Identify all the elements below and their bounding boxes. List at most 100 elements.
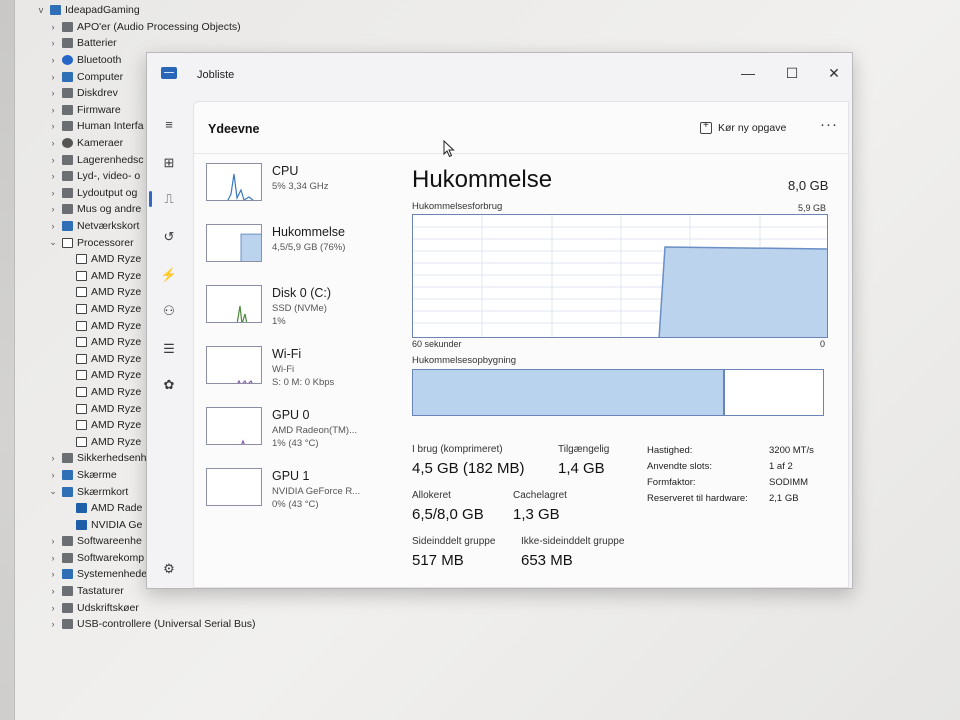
device-category-icon [76, 436, 87, 447]
chevron-right-icon[interactable]: › [47, 88, 59, 98]
services-icon[interactable]: ✿ [159, 375, 179, 395]
chevron-right-icon[interactable]: › [47, 171, 59, 181]
device-category-icon [76, 353, 87, 364]
title-bar[interactable]: Jobliste — ☐ ✕ [147, 53, 852, 97]
perf-item[interactable]: CPU 5% 3,34 GHz [204, 160, 394, 221]
details-icon[interactable]: ☰ [159, 339, 179, 359]
app-history-icon[interactable]: ↺ [159, 227, 179, 247]
device-category-icon [62, 619, 73, 630]
chevron-right-icon[interactable]: › [47, 603, 59, 613]
perf-item[interactable]: Disk 0 (C:) SSD (NVMe) 1% [204, 282, 394, 343]
perf-item[interactable]: Hukommelse 4,5/5,9 GB (76%) [204, 221, 394, 282]
device-category-icon [62, 469, 73, 480]
chevron-down-icon[interactable]: v [35, 5, 47, 15]
chevron-right-icon[interactable]: › [47, 619, 59, 629]
tree-item-label: Softwarekomp [77, 551, 145, 564]
stat-paged-pool: Sideinddelt gruppe 517 MB [412, 536, 495, 569]
prop-reserved-value: 2,1 GB [769, 493, 799, 504]
chevron-down-icon[interactable]: ⌄ [47, 486, 59, 497]
chevron-right-icon[interactable]: › [47, 536, 59, 546]
chevron-right-icon[interactable]: › [47, 453, 59, 463]
chevron-right-icon[interactable]: › [47, 155, 59, 165]
chevron-right-icon[interactable]: › [47, 55, 59, 65]
prop-slots-key: Anvendte slots: [647, 461, 712, 472]
tree-item-label: USB-controllere (Universal Serial Bus) [77, 618, 256, 631]
device-category-icon [76, 370, 87, 381]
device-category-icon [62, 21, 73, 32]
perf-sparkline [227, 173, 254, 200]
more-options-button[interactable]: ··· [820, 116, 838, 133]
perf-item[interactable]: GPU 1 NVIDIA GeForce R... 0% (43 °C) [204, 465, 394, 526]
chevron-right-icon[interactable]: › [47, 38, 59, 48]
perf-item-name: Wi-Fi [272, 347, 302, 361]
chevron-right-icon[interactable]: › [47, 121, 59, 131]
perf-sparkline [237, 379, 253, 383]
sidebar-nav: ≡ ⊞ ⎍ ↺ ⚡ ⚇ ☰ ✿ ⚙ [147, 97, 193, 589]
maximize-button[interactable]: ☐ [777, 61, 807, 85]
users-icon[interactable]: ⚇ [159, 301, 179, 321]
performance-icon[interactable]: ⎍ [159, 189, 179, 209]
settings-gear-icon[interactable]: ⚙ [159, 559, 179, 579]
tree-item-label: AMD Ryze [91, 352, 142, 365]
chevron-right-icon[interactable]: › [47, 221, 59, 231]
graph-zero-label: 0 [820, 339, 826, 349]
tree-item-label: Mus og andre [77, 203, 142, 216]
chevron-right-icon[interactable]: › [47, 204, 59, 214]
device-category-icon [76, 503, 87, 514]
perf-sparkline [240, 233, 261, 261]
tree-item-label: AMD Ryze [91, 419, 142, 432]
tree-item-label: AMD Ryze [91, 302, 142, 315]
perf-thumbnail-graph [206, 468, 262, 506]
memory-usage-graph-svg [413, 215, 827, 337]
chevron-right-icon[interactable]: › [47, 586, 59, 596]
chevron-right-icon[interactable]: › [47, 138, 59, 148]
tree-item[interactable]: › Batterier [35, 35, 256, 52]
device-category-icon [76, 303, 87, 314]
minimize-button[interactable]: — [733, 61, 763, 85]
tree-item[interactable]: › APO'er (Audio Processing Objects) [35, 19, 256, 36]
device-category-icon [76, 519, 87, 530]
tree-item[interactable]: › Udskriftskøer [35, 599, 256, 616]
device-category-icon [76, 420, 87, 431]
tree-item-label: Tastaturer [77, 585, 124, 598]
chevron-right-icon[interactable]: › [47, 188, 59, 198]
usage-graph-max: 5,9 GB [798, 203, 827, 213]
perf-item-detail: AMD Radeon(TM)... [272, 425, 357, 436]
perf-thumbnail-graph [206, 346, 262, 384]
chevron-right-icon[interactable]: › [47, 72, 59, 82]
hamburger-menu-icon[interactable]: ≡ [159, 115, 179, 135]
tree-root[interactable]: v IdeapadGaming [35, 2, 256, 19]
chevron-right-icon[interactable]: › [47, 553, 59, 563]
chevron-right-icon[interactable]: › [47, 470, 59, 480]
page-title: Ydeevne [208, 122, 260, 136]
device-category-icon [62, 121, 73, 132]
startup-apps-icon[interactable]: ⚡ [159, 265, 179, 285]
device-category-icon [76, 320, 87, 331]
perf-item-detail-2: 1% (43 °C) [272, 438, 319, 449]
device-category-icon [62, 602, 73, 613]
tree-item-label: Computer [77, 70, 124, 83]
run-task-label: Kør ny opgave [718, 122, 787, 134]
perf-thumbnail-graph [206, 285, 262, 323]
tree-item-label: Firmware [77, 103, 121, 116]
perf-item[interactable]: GPU 0 AMD Radeon(TM)... 1% (43 °C) [204, 404, 394, 465]
memory-in-use-segment [413, 370, 725, 415]
perf-item-detail: SSD (NVMe) [272, 303, 327, 314]
perf-item-detail: 5% 3,34 GHz [272, 181, 329, 192]
chevron-right-icon[interactable]: › [47, 22, 59, 32]
processes-icon[interactable]: ⊞ [159, 153, 179, 173]
run-task-icon [700, 120, 712, 134]
time-span-label: 60 sekunder [412, 339, 462, 349]
task-manager-window: Jobliste — ☐ ✕ ≡ ⊞ ⎍ ↺ ⚡ ⚇ ☰ ✿ ⚙ Ydeevne… [146, 52, 853, 589]
stat-value: 6,5/8,0 GB [412, 506, 484, 523]
stat-cached: Cachelagret 1,3 GB [513, 490, 567, 523]
chevron-right-icon[interactable]: › [47, 569, 59, 579]
close-button[interactable]: ✕ [819, 61, 849, 85]
perf-item[interactable]: Wi-Fi Wi-Fi S: 0 M: 0 Kbps [204, 343, 394, 404]
tree-item[interactable]: › USB-controllere (Universal Serial Bus) [35, 616, 256, 633]
task-manager-app-icon [161, 67, 177, 79]
chevron-down-icon[interactable]: ⌄ [47, 237, 59, 248]
run-new-task-button[interactable]: Kør ny opgave [700, 120, 787, 134]
chevron-right-icon[interactable]: › [47, 105, 59, 115]
tree-root-label: IdeapadGaming [65, 4, 140, 17]
